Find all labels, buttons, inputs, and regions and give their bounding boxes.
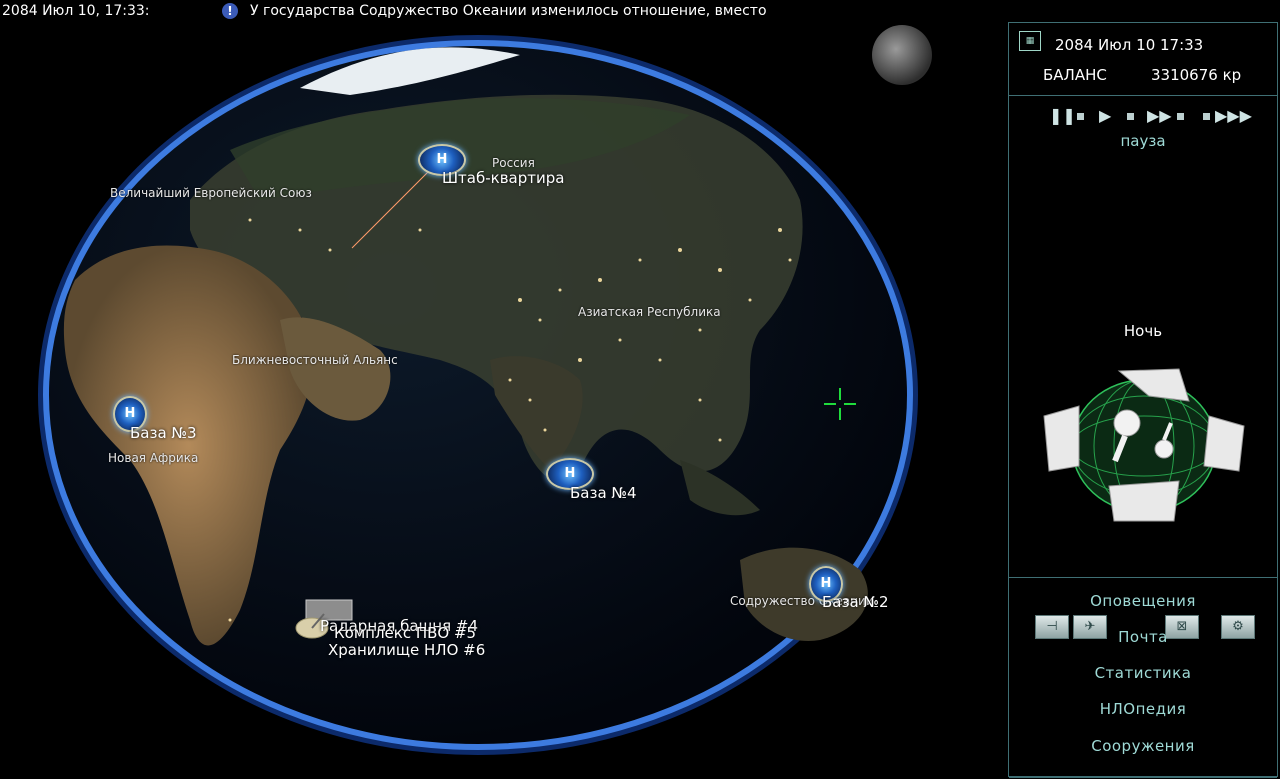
globe-rotate-control[interactable] [1039, 361, 1249, 531]
balance-value: 3310676 кр [1151, 66, 1242, 84]
base-label-4[interactable]: База №4 [570, 484, 637, 502]
menu-mail[interactable]: Почта [1009, 628, 1277, 646]
fast-forward-icon[interactable]: ▶▶ [1147, 106, 1172, 126]
base-label-2[interactable]: База №2 [822, 593, 889, 611]
region-europe: Величайший Европейский Союз [110, 186, 312, 200]
speed-step-icon[interactable] [1177, 113, 1184, 120]
zoom-out-icon[interactable] [1154, 439, 1174, 459]
rotate-left-icon[interactable] [1043, 405, 1080, 472]
balance-label: БАЛАНС [1043, 66, 1107, 84]
moon [872, 25, 932, 85]
time-controls: ❚❚ ▶ ▶▶ ▶▶▶ пауза Ночь ⊣ ✈ ⊠ ⚙ [1009, 96, 1277, 639]
speed-step-icon[interactable] [1127, 113, 1134, 120]
pause-icon[interactable]: ❚❚ [1049, 106, 1076, 126]
region-africa: Новая Африка [108, 451, 199, 465]
crosshair-icon [824, 388, 856, 420]
fastest-forward-icon[interactable]: ▶▶▶ [1215, 106, 1252, 126]
menu-buildings[interactable]: Сооружения [1009, 737, 1277, 755]
logo-icon: ▦ [1019, 31, 1041, 51]
speed-step-icon[interactable] [1077, 113, 1084, 120]
status-section: ▦ 2084 Июл 10 17:33 БАЛАНС 3310676 кр [1009, 23, 1277, 96]
menu-ufopedia[interactable]: НЛОпедия [1009, 700, 1277, 718]
main-menu: Оповещения Почта Статистика НЛОпедия Соо… [1009, 578, 1277, 778]
region-russia: Россия [492, 156, 535, 170]
region-asia: Азиатская Республика [578, 305, 721, 319]
menu-stats[interactable]: Статистика [1009, 664, 1277, 682]
base-label-hq[interactable]: Штаб-квартира [442, 169, 564, 187]
geoscape-globe[interactable]: Россия Величайший Европейский Союз Азиат… [0, 0, 1000, 779]
play-icon[interactable]: ▶ [1099, 106, 1111, 126]
time-state-label: пауза [1120, 132, 1166, 150]
zoom-in-icon[interactable] [1113, 409, 1141, 437]
base-label-3[interactable]: База №3 [130, 424, 197, 442]
facility-storage[interactable]: Хранилище НЛО #6 [328, 641, 485, 659]
panel-date: 2084 Июл 10 17:33 [1055, 36, 1204, 54]
facility-pvo[interactable]: Комплекс ПВО #5 [334, 624, 476, 642]
rotate-down-icon[interactable] [1108, 480, 1180, 522]
daynight-label: Ночь [1123, 322, 1163, 340]
rotate-right-icon[interactable] [1203, 415, 1245, 472]
region-mideast: Ближневосточный Альянс [232, 353, 398, 367]
control-panel: ▦ 2084 Июл 10 17:33 БАЛАНС 3310676 кр ❚❚… [1008, 22, 1278, 778]
menu-alerts[interactable]: Оповещения [1009, 592, 1277, 610]
speed-step-icon[interactable] [1203, 113, 1210, 120]
